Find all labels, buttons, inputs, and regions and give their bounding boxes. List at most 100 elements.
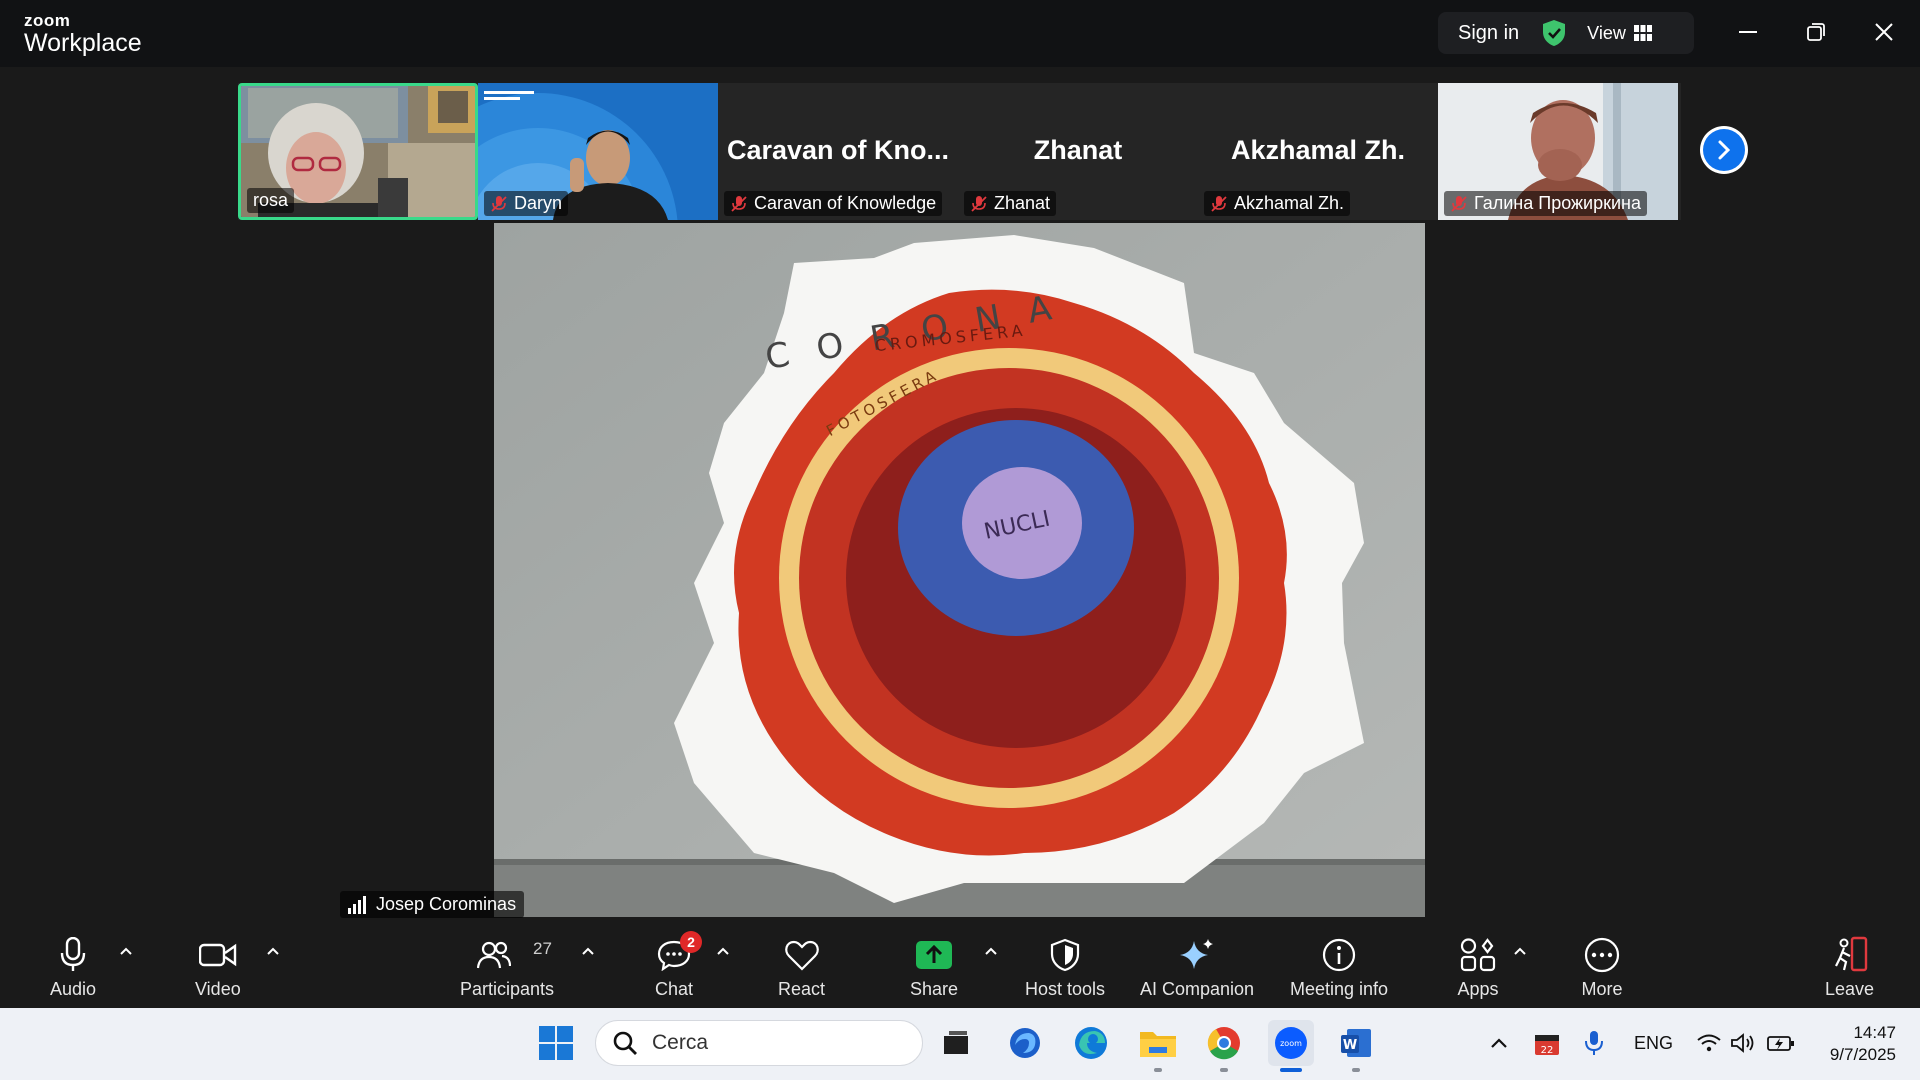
calendar-app-icon: 22 [1535, 1035, 1559, 1056]
video-button[interactable]: Video [195, 935, 241, 1000]
participants-count: 27 [533, 939, 552, 958]
word-running-indicator [1352, 1068, 1360, 1072]
start-button[interactable] [535, 1022, 577, 1064]
participant-tile-akzhamal[interactable]: Akzhamal Zh. Akzhamal Zh. [1198, 83, 1438, 220]
taskbar-app-explorer[interactable] [1137, 1022, 1179, 1064]
encryption-shield-icon[interactable] [1541, 19, 1567, 47]
logo-small-text: zoom [24, 11, 71, 30]
heart-icon [784, 940, 819, 971]
gallery-grid-icon[interactable] [1633, 25, 1652, 41]
edge-browser-icon [1075, 1027, 1107, 1059]
title-bar: zoom Workplace Sign in View [0, 0, 1920, 67]
participants-options-caret-icon[interactable] [580, 945, 596, 957]
audio-button[interactable]: Audio [50, 935, 96, 1000]
taskbar-app-mail[interactable] [1004, 1022, 1046, 1064]
calendar-badge: 22 [1541, 1045, 1554, 1056]
info-icon [1322, 938, 1356, 972]
apps-button[interactable]: Apps [1456, 935, 1500, 1000]
minimize-button[interactable] [1728, 14, 1768, 50]
sparkle-icon [1180, 939, 1214, 969]
restore-button[interactable] [1796, 14, 1836, 50]
task-view-button[interactable] [935, 1022, 977, 1064]
chrome-running-indicator [1220, 1068, 1228, 1072]
svg-text:W: W [1343, 1038, 1357, 1053]
host-tools-button[interactable]: Host tools [1025, 935, 1105, 1000]
active-speaker-name: Josep Corominas [376, 894, 517, 914]
tray-calendar-app[interactable]: 22 [1526, 1022, 1568, 1064]
restore-icon [1807, 23, 1825, 41]
participant-tile-galina[interactable]: Галина Прожиркина [1438, 83, 1678, 220]
share-button[interactable]: Share [910, 935, 958, 1000]
microphone-icon [60, 937, 86, 971]
explorer-running-indicator [1154, 1068, 1162, 1072]
participant-nametag: Akzhamal Zh. [1204, 191, 1351, 216]
muted-mic-icon [491, 195, 507, 212]
minimize-icon [1739, 31, 1757, 33]
language-indicator[interactable]: ENG [1634, 1033, 1673, 1054]
logo-big-text: Workplace [24, 29, 142, 57]
tray-volume[interactable] [1722, 1022, 1764, 1064]
taskbar-clock[interactable]: 14:47 9/7/2025 [1812, 1022, 1896, 1066]
participant-tile-caravan[interactable]: Caravan of Kno... Caravan of Knowledge [718, 83, 958, 220]
clock-time: 14:47 [1853, 1023, 1896, 1042]
muted-mic-icon [731, 195, 747, 212]
chat-unread-badge: 2 [680, 931, 702, 953]
participant-nametag: Caravan of Knowledge [724, 191, 943, 216]
participant-name: Caravan of Knowledge [754, 193, 937, 213]
active-speaker-nametag: Josep Corominas [340, 891, 525, 918]
more-button[interactable]: More [1580, 935, 1624, 1000]
apps-options-caret-icon[interactable] [1512, 945, 1528, 957]
leave-exit-icon [1834, 936, 1867, 972]
participant-name: Zhanat [994, 193, 1051, 213]
more-label: More [1581, 979, 1623, 999]
meeting-info-button[interactable]: Meeting info [1290, 935, 1388, 1000]
taskbar-app-chrome[interactable] [1203, 1022, 1245, 1064]
windows-logo-icon [539, 1026, 573, 1060]
next-page-button[interactable] [1700, 126, 1748, 174]
leave-label: Leave [1825, 979, 1875, 999]
tray-battery[interactable] [1760, 1022, 1802, 1064]
participant-name: Akzhamal Zh. [1234, 193, 1345, 213]
show-hidden-icons-button[interactable] [1478, 1022, 1520, 1064]
participant-display-name: Zhanat [1033, 135, 1123, 165]
participant-tile-daryn[interactable]: Daryn [478, 83, 718, 220]
taskbar-app-edge[interactable] [1070, 1022, 1112, 1064]
chat-options-caret-icon[interactable] [715, 945, 731, 957]
audio-options-caret-icon[interactable] [118, 945, 134, 957]
chat-button[interactable]: 2 Chat [652, 931, 702, 1000]
participant-nametag: Галина Прожиркина [1444, 191, 1648, 216]
tray-microphone-icon [1585, 1031, 1603, 1055]
leave-button[interactable]: Leave [1825, 935, 1874, 1000]
sign-in-button[interactable]: Sign in [1458, 22, 1519, 45]
video-options-caret-icon[interactable] [265, 945, 281, 957]
close-button[interactable] [1864, 14, 1904, 50]
participant-nametag: rosa [247, 188, 295, 213]
participant-display-name: Caravan of Kno... [726, 135, 950, 165]
participant-tile-rosa[interactable]: rosa [238, 83, 478, 220]
search-placeholder: Cerca [652, 1031, 709, 1054]
taskbar-app-zoom[interactable]: zoom [1268, 1020, 1314, 1066]
word-app-icon: W [1341, 1029, 1371, 1057]
tray-microphone[interactable] [1573, 1022, 1615, 1064]
battery-charging-icon [1767, 1036, 1794, 1051]
participants-button[interactable]: 27 Participants [460, 935, 554, 1000]
participant-strip: rosa Daryn Caravan of Kno... Caravan of … [238, 83, 1681, 220]
taskbar-app-word[interactable]: W [1335, 1022, 1377, 1064]
chat-label: Chat [654, 979, 694, 999]
participant-tile-zhanat[interactable]: Zhanat Zhanat [958, 83, 1198, 220]
zoom-app-icon: zoom [1275, 1027, 1307, 1059]
host-tools-label: Host tools [1025, 979, 1106, 999]
participants-label: Participants [460, 979, 555, 999]
participant-nametag: Daryn [484, 191, 569, 216]
ai-companion-button[interactable]: AI Companion [1140, 935, 1254, 1000]
apps-icon [1460, 938, 1496, 972]
wifi-icon [1697, 1034, 1721, 1052]
taskbar-search-box[interactable]: Cerca [595, 1020, 923, 1066]
host-shield-icon [1050, 938, 1080, 972]
view-button[interactable]: View [1587, 23, 1626, 44]
share-options-caret-icon[interactable] [983, 945, 999, 957]
participant-display-name: Akzhamal Zh. [1230, 135, 1406, 165]
video-camera-icon [198, 943, 237, 967]
signal-strength-icon [348, 895, 366, 914]
react-button[interactable]: React [778, 935, 825, 1000]
